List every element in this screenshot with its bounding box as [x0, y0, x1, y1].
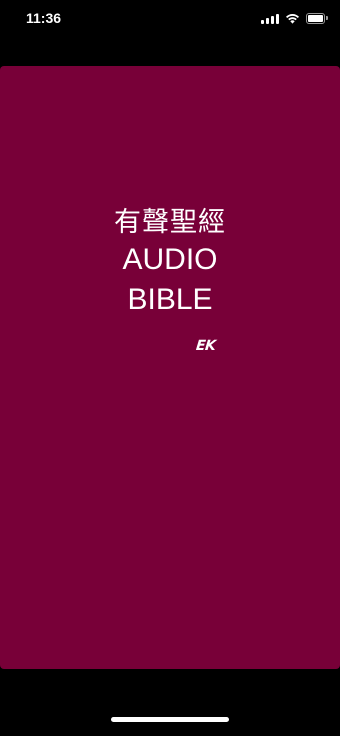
- wifi-icon: [286, 13, 299, 24]
- title-bible: BIBLE: [127, 283, 213, 316]
- status-bar: 11:36: [0, 0, 340, 40]
- home-indicator[interactable]: [111, 717, 229, 722]
- app-title: 有聲聖經 AUDIO BIBLE: [0, 206, 340, 320]
- ek-logo: EK: [195, 338, 217, 354]
- status-icons: [261, 11, 328, 25]
- title-chinese: 有聲聖經: [114, 207, 226, 238]
- signal-icon: [261, 13, 279, 24]
- splash-screen: 有聲聖經 AUDIO BIBLE EK: [0, 66, 340, 669]
- battery-icon: [306, 12, 328, 24]
- device-notch: [82, 0, 250, 28]
- title-audio: AUDIO: [122, 243, 218, 276]
- bottom-frame: [0, 669, 340, 736]
- status-time: 11:36: [26, 10, 62, 26]
